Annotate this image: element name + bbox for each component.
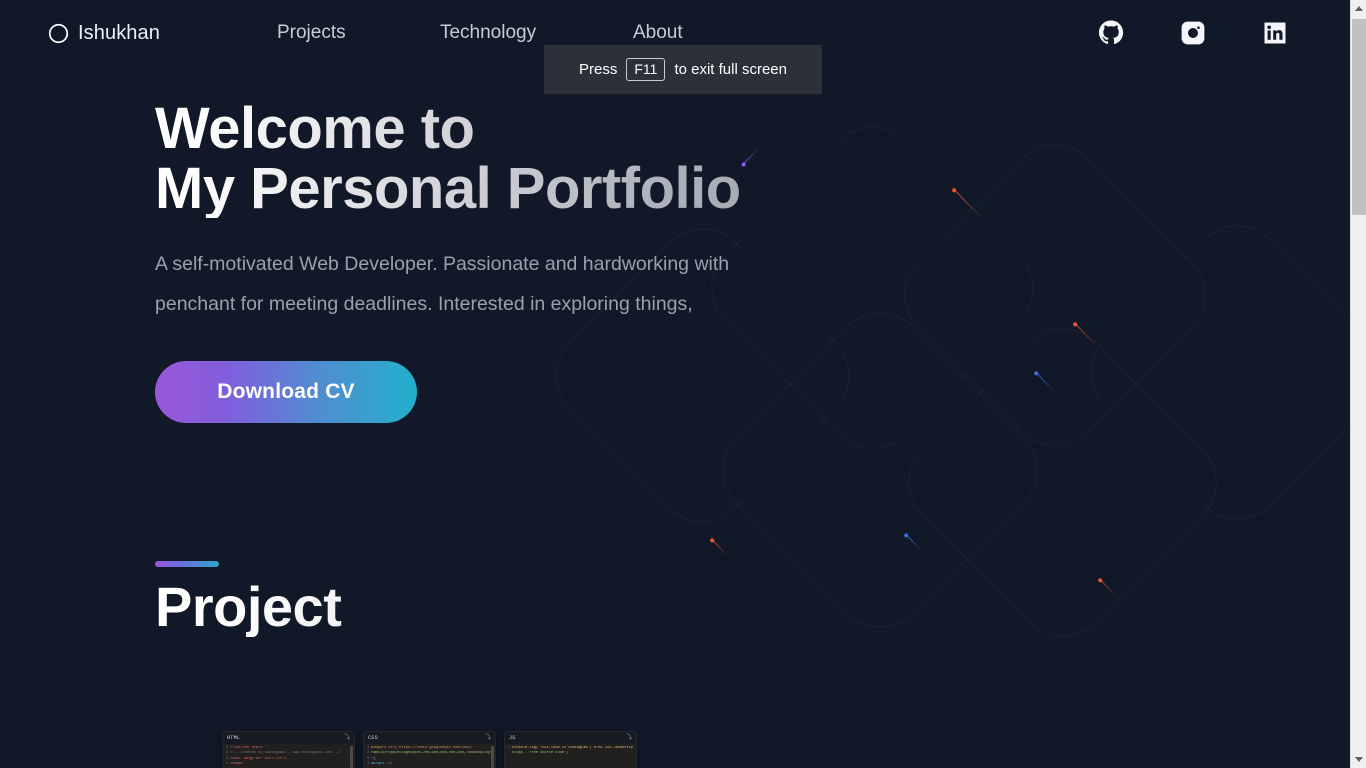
card-language-label: HTML	[227, 735, 241, 741]
toast-suffix-text: to exit full screen	[674, 61, 787, 78]
card-header: CSS ⤵	[364, 732, 495, 744]
project-section: Project	[0, 561, 1350, 637]
scroll-up-arrow-icon[interactable]	[1351, 0, 1366, 17]
instagram-link[interactable]	[1180, 20, 1206, 46]
toast-prefix-text: Press	[579, 61, 618, 78]
browser-viewport: Ishukhan Projects Technology About Press…	[0, 0, 1366, 768]
card-language-label: JS	[509, 735, 516, 741]
deco-comet	[710, 538, 729, 557]
github-link[interactable]	[1098, 20, 1124, 46]
scrollbar-thumb[interactable]	[1352, 19, 1366, 215]
primary-navigation: Projects Technology About	[277, 18, 753, 48]
github-icon	[1098, 20, 1124, 46]
card-code-body: 1 console.log('This Code Is CodingLab | H…	[505, 744, 636, 768]
card-scroll-indicator[interactable]	[350, 746, 353, 768]
code-line-number: 4	[226, 762, 229, 767]
card-language-label: CSS	[368, 735, 378, 741]
fullscreen-exit-toast: Press F11 to exit full screen	[544, 45, 822, 94]
section-accent-bar	[155, 561, 219, 567]
social-links	[1098, 20, 1288, 46]
linkedin-link[interactable]	[1262, 20, 1288, 46]
hero-tagline: A self-motivated Web Developer. Passiona…	[155, 253, 730, 315]
expand-arrows-icon[interactable]: ⤵	[344, 735, 350, 741]
card-scroll-indicator[interactable]	[491, 746, 494, 768]
code-line-number: 4	[367, 762, 370, 767]
nav-link-projects[interactable]: Projects	[277, 18, 440, 48]
project-card-html[interactable]: HTML ⤵ 1 <!DOCTYPE html> 2 <!-- Created by…	[222, 731, 355, 768]
scroll-down-arrow-icon[interactable]	[1351, 751, 1366, 768]
hero-title: Welcome to My Personal Portfolio	[155, 100, 855, 218]
crescent-circle-logo-icon	[48, 23, 69, 44]
code-line-text: <head>	[230, 762, 244, 767]
code-line-text: family=Poppins:wght@100,200,300,400,500,…	[371, 751, 492, 756]
card-code-body: 1 @import url('https://fonts.googleapis.c…	[364, 744, 495, 768]
project-card-strip: HTML ⤵ 1 <!DOCTYPE html> 2 <!-- Created by…	[222, 731, 637, 768]
nav-link-technology[interactable]: Technology	[440, 18, 633, 48]
instagram-icon	[1180, 20, 1206, 46]
project-card-css[interactable]: CSS ⤵ 1 @import url('https://fonts.google…	[363, 731, 496, 768]
page-root: Ishukhan Projects Technology About Press…	[0, 0, 1350, 768]
code-line-text: Blogs - Free Source Code')	[512, 751, 569, 756]
card-code-body: 1 <!DOCTYPE html> 2 <!-- Created by Coding…	[223, 744, 354, 768]
deco-comet	[904, 533, 924, 553]
page-scrollbar[interactable]	[1350, 0, 1366, 768]
hero-title-line-2: My Personal Portfolio	[155, 156, 741, 221]
toast-key-badge: F11	[626, 58, 666, 81]
brand-name: Ishukhan	[78, 21, 160, 44]
project-card-js[interactable]: JS ⤵ 1 console.log('This Code Is CodingLa…	[504, 731, 637, 768]
nav-link-about[interactable]: About	[633, 18, 753, 48]
download-cv-button[interactable]: Download CV	[155, 361, 417, 423]
project-section-heading: Project	[155, 577, 1350, 637]
expand-arrows-icon[interactable]: ⤵	[626, 735, 632, 741]
card-header: HTML ⤵	[223, 732, 354, 744]
hero-title-line-1: Welcome to	[155, 96, 475, 161]
code-line-text: margin: 0;	[371, 762, 393, 767]
expand-arrows-icon[interactable]: ⤵	[485, 735, 491, 741]
linkedin-icon	[1263, 21, 1287, 45]
brand-logo[interactable]: Ishukhan	[48, 22, 160, 45]
card-header: JS ⤵	[505, 732, 636, 744]
hero-section: Welcome to My Personal Portfolio A self-…	[0, 66, 1350, 423]
